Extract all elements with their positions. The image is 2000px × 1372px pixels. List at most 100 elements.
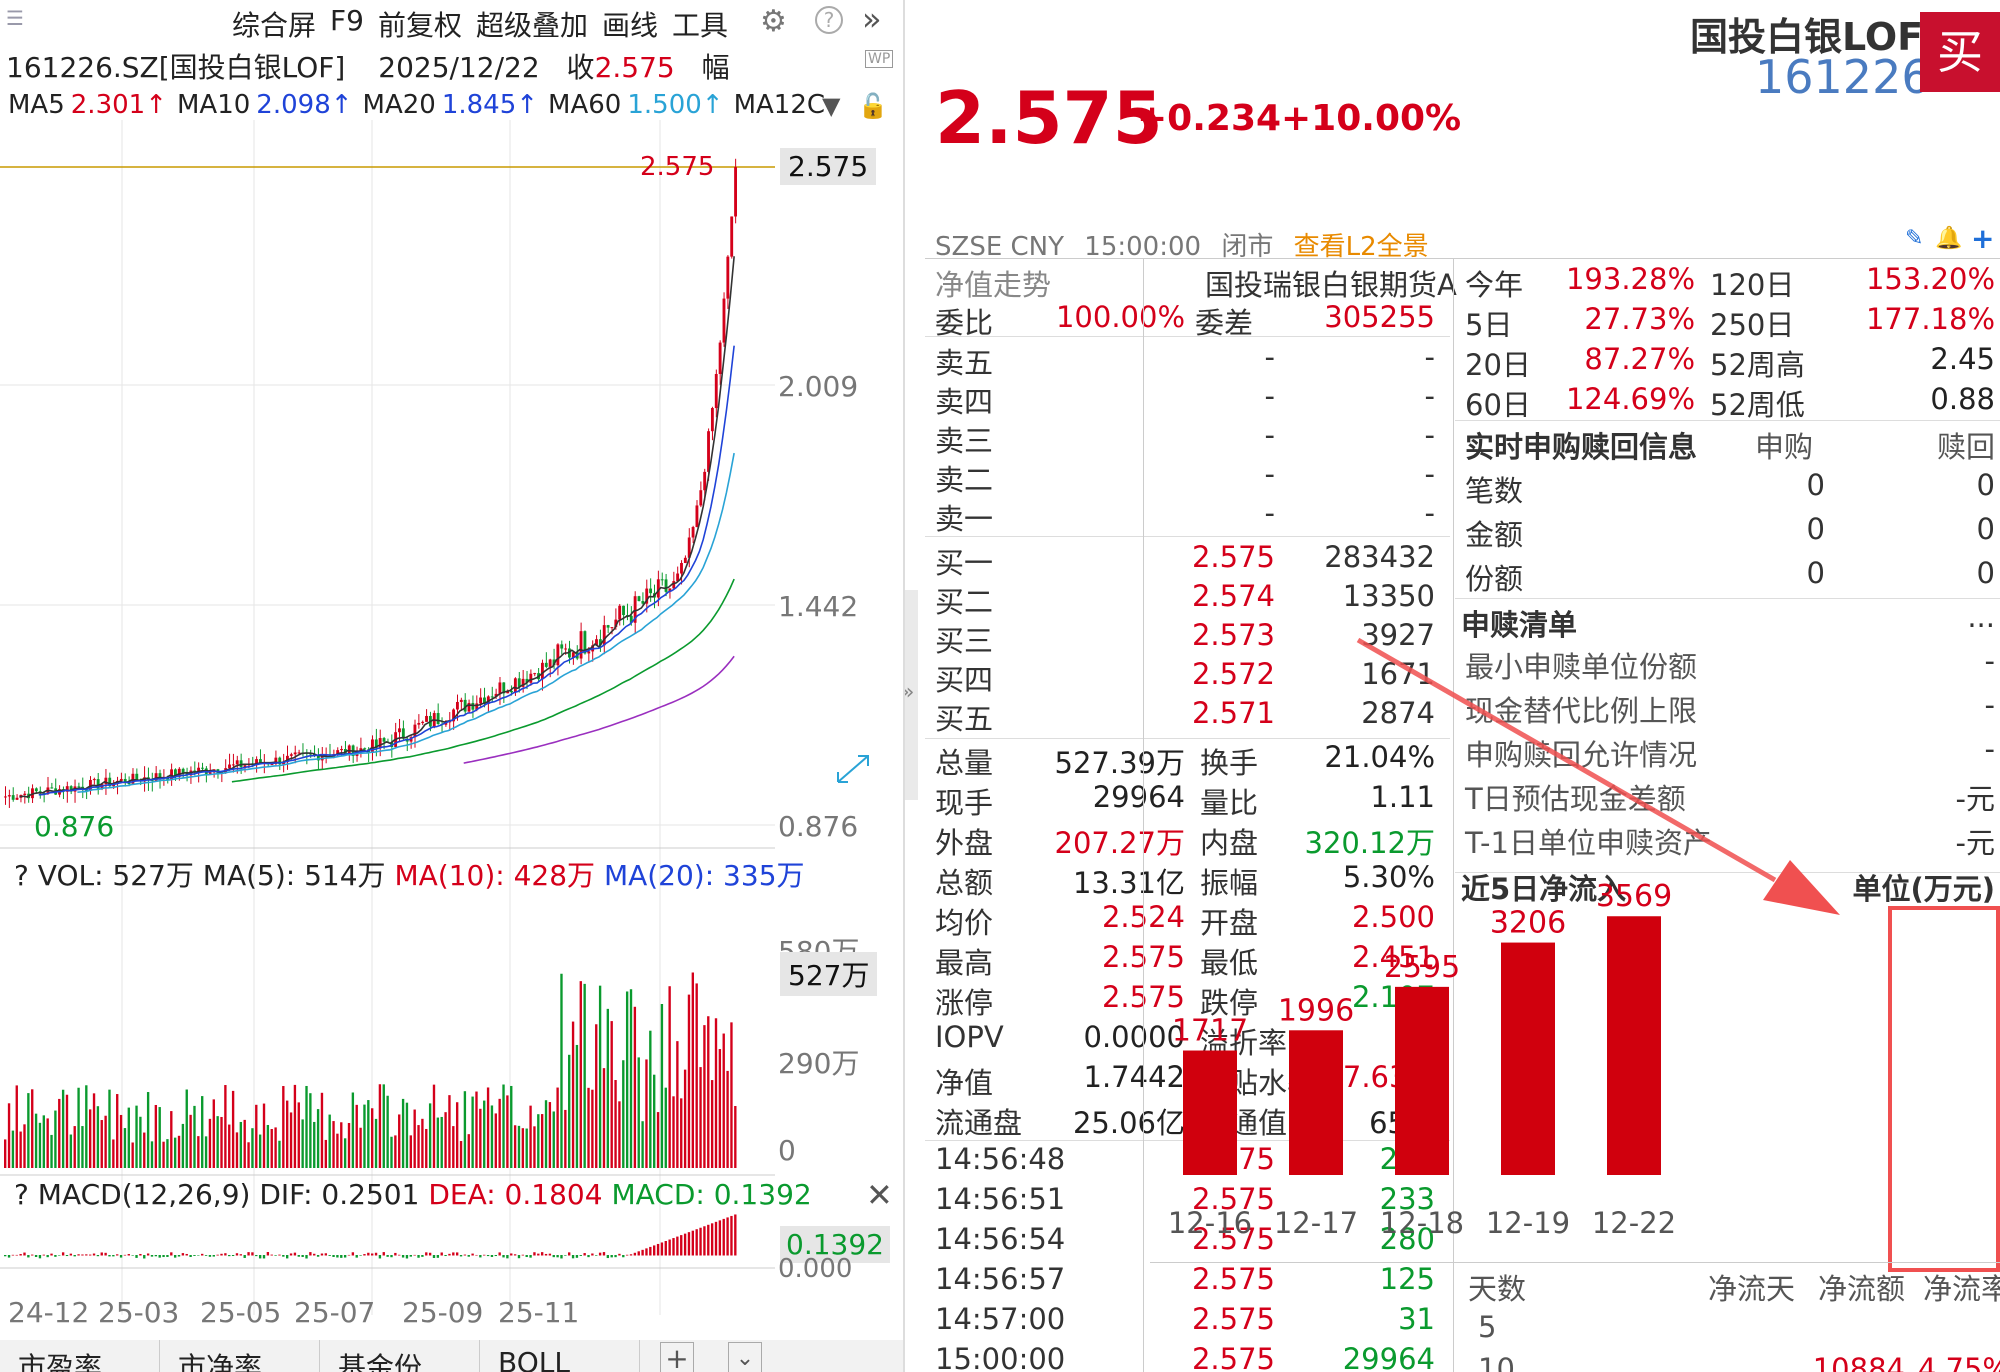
vol-axis-label: 0 <box>778 1134 796 1167</box>
volume-bar <box>595 1024 598 1168</box>
dropdown-triangle-icon[interactable]: ▼ <box>822 92 840 120</box>
candle-body <box>459 699 463 702</box>
wp-icon[interactable]: WP <box>865 50 894 68</box>
range-label: 幅 <box>701 51 730 84</box>
help-icon[interactable]: ? <box>815 6 843 34</box>
volume-bar <box>131 1142 134 1168</box>
candle-body <box>77 786 81 788</box>
macd-bar <box>100 1252 103 1256</box>
macd-bar <box>293 1252 297 1256</box>
candle-body <box>347 745 351 754</box>
macd-bar <box>432 1255 436 1259</box>
macd-dif: DIF: 0.2501 <box>259 1178 420 1211</box>
macd-bar <box>374 1252 378 1256</box>
volume-bar <box>235 1132 239 1168</box>
quote-panel: » 国投白银LOF 161226 买 2.575 +0.234 +10.00% … <box>905 0 2000 1372</box>
macd-bar <box>521 1254 525 1256</box>
ma-legend-item: MA60 1.500↑ <box>548 90 724 120</box>
volume-bar <box>92 1093 96 1168</box>
volume-bar <box>691 972 695 1168</box>
menu-icon[interactable]: ☰ <box>6 6 24 30</box>
macd-bar <box>486 1255 490 1257</box>
volume-bar <box>548 1102 552 1168</box>
macd-bar <box>4 1255 7 1257</box>
toolbar-item[interactable]: 工具 <box>672 4 728 44</box>
volume-bar <box>502 1084 505 1168</box>
toolbar-item[interactable]: 综合屏 <box>232 4 316 44</box>
volume-bar <box>316 1109 320 1168</box>
stock-code: 161226.SZ[国投白银LOF] <box>6 51 346 84</box>
macd-bar <box>622 1255 625 1258</box>
candle-body <box>664 579 668 592</box>
chart-date: 2025/12/22 <box>378 51 540 84</box>
volume-bar <box>239 1121 243 1168</box>
candle-body <box>734 167 737 217</box>
help-icon[interactable]: ? <box>14 1178 29 1211</box>
volume-bar <box>653 1074 656 1168</box>
add-icon[interactable]: + <box>660 1342 694 1372</box>
volume-bar <box>135 1105 138 1168</box>
volume-bar <box>537 1114 540 1168</box>
macd-bar <box>189 1255 192 1257</box>
macd-bar <box>336 1255 339 1258</box>
resize-arrow-icon[interactable] <box>837 755 869 783</box>
indicator-tab[interactable]: 市盈率 <box>0 1340 160 1372</box>
volume-bar <box>641 1121 644 1168</box>
macd-bar <box>625 1254 629 1256</box>
toolbar-item[interactable]: 画线 <box>602 4 658 44</box>
expand-chevron-icon[interactable]: » <box>862 0 882 38</box>
volume-bar <box>127 1107 130 1168</box>
candle-body <box>467 702 471 712</box>
volume-bar <box>50 1134 53 1168</box>
macd-bar <box>347 1254 351 1256</box>
macd-bar <box>363 1254 366 1256</box>
macd-bar <box>216 1254 219 1256</box>
lock-icon[interactable]: 🔓 <box>858 92 888 120</box>
candle-body <box>50 787 54 789</box>
volume-bar <box>498 1098 501 1168</box>
candle-body <box>436 713 440 725</box>
volume-bar <box>718 1049 722 1168</box>
volume-bar <box>513 1125 517 1168</box>
toolbar-item[interactable]: 前复权 <box>378 4 462 44</box>
macd-bar <box>204 1255 208 1256</box>
ma-value: 2.098↑ <box>256 90 353 120</box>
indicator-tab[interactable]: 基金份... <box>320 1340 480 1372</box>
toolbar-item[interactable]: 超级叠加 <box>476 4 588 44</box>
volume-bar <box>154 1104 158 1168</box>
chevron-down-icon[interactable]: ⌄ <box>728 1342 762 1372</box>
close-icon[interactable]: ✕ <box>866 1176 893 1214</box>
volume-bar <box>598 985 602 1168</box>
volume-bar <box>363 1104 366 1168</box>
volume-bar <box>656 1112 660 1168</box>
volume-bar <box>220 1116 223 1168</box>
macd-bar <box>664 1241 667 1256</box>
settings-gear-icon[interactable]: ⚙ <box>760 4 787 39</box>
macd-bar <box>119 1255 123 1258</box>
macd-bar <box>158 1255 161 1258</box>
macd-bar <box>653 1245 656 1256</box>
candle-body <box>119 778 123 781</box>
ma-legend: MA5 2.301↑ MA10 2.098↑ MA20 1.845↑ MA60 1.500↑ M… <box>8 90 831 120</box>
macd-bar <box>197 1255 200 1256</box>
volume-bar <box>224 1085 227 1168</box>
indicator-tab[interactable]: BOLL <box>480 1340 640 1372</box>
volume-bar <box>81 1126 84 1168</box>
ma-value: 2.301↑ <box>70 90 167 120</box>
candle-body <box>239 760 243 768</box>
volume-bar <box>517 1125 521 1168</box>
help-icon[interactable]: ? <box>14 859 29 892</box>
candle-body <box>683 557 687 563</box>
volume-bar <box>452 1126 455 1168</box>
macd-bar <box>660 1242 664 1256</box>
volume-bar <box>88 1109 92 1168</box>
macd-bar <box>463 1254 467 1256</box>
macd-bar <box>150 1255 154 1257</box>
indicator-tab[interactable]: 市净率 <box>160 1340 320 1372</box>
volume-bar <box>104 1115 107 1168</box>
candle-body <box>564 648 568 650</box>
macd-bar <box>714 1221 718 1256</box>
macd-bar <box>394 1252 397 1256</box>
toolbar-item[interactable]: F9 <box>330 4 364 44</box>
macd-bar <box>262 1255 266 1259</box>
